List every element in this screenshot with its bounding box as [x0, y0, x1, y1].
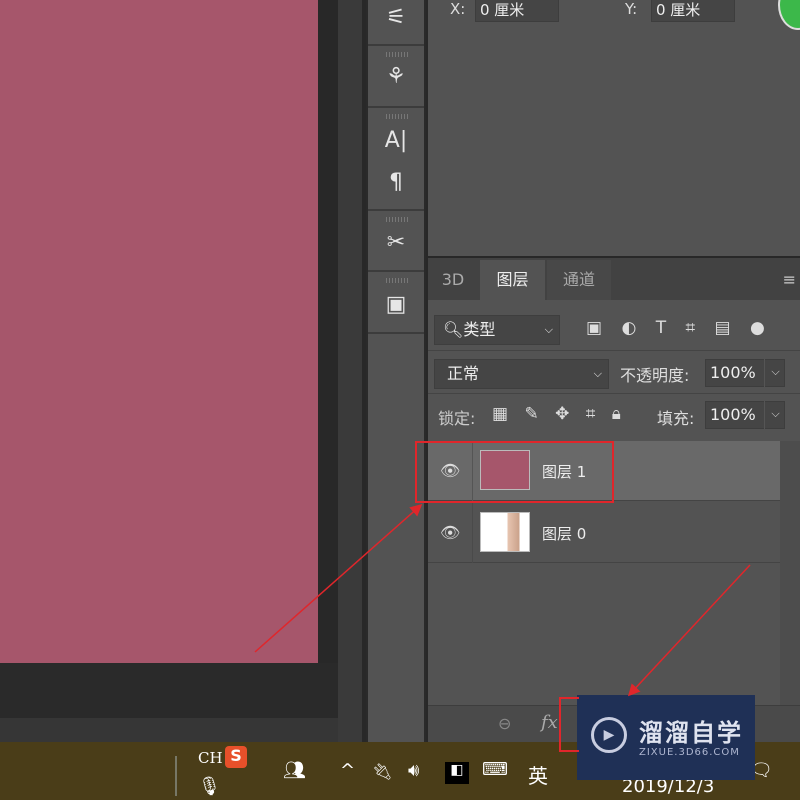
- annotation-arrow: [627, 564, 751, 697]
- annotation-arrows: [254, 504, 751, 697]
- annotation-arrow: [254, 504, 423, 653]
